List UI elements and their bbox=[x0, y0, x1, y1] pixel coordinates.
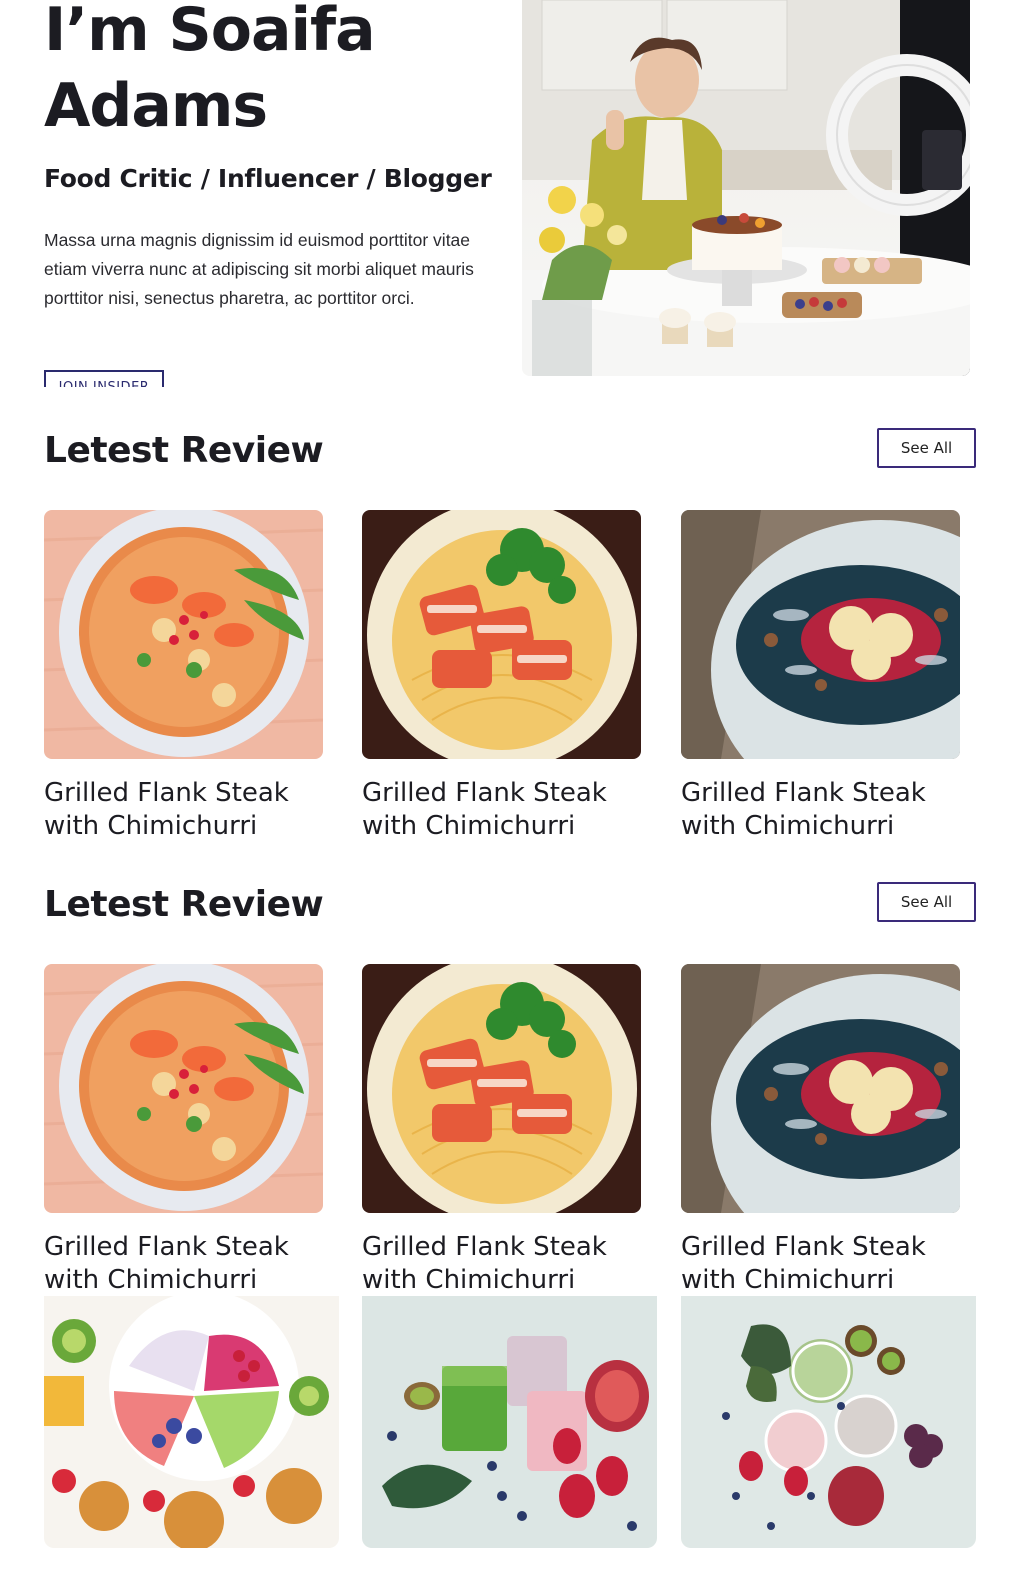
hero-photo bbox=[522, 0, 970, 376]
section-title: Letest Review bbox=[44, 430, 324, 471]
card-title[interactable]: Grilled Flank Steak with Chimichurri bbox=[44, 777, 344, 843]
card-title[interactable]: Grilled Flank Steak with Chimichurri bbox=[44, 1231, 344, 1297]
green-smoothies-photo[interactable] bbox=[362, 1296, 657, 1548]
pork-noodles-photo[interactable] bbox=[362, 510, 641, 759]
card-title[interactable]: Grilled Flank Steak with Chimichurri bbox=[681, 777, 981, 843]
ravioli-plate-photo[interactable] bbox=[681, 510, 960, 759]
hero-title: I’m Soaifa Adams bbox=[44, 0, 376, 141]
pork-noodles-photo[interactable] bbox=[362, 964, 641, 1213]
hero-subtitle: Food Critic / Influencer / Blogger bbox=[44, 164, 492, 193]
fruit-bowl-photo[interactable] bbox=[44, 1296, 339, 1548]
card-title[interactable]: Grilled Flank Steak with Chimichurri bbox=[681, 1231, 981, 1297]
section-title: Letest Review bbox=[44, 884, 324, 925]
hero-description: Massa urna magnis dignissim id euismod p… bbox=[44, 230, 474, 308]
smoothie-glasses-photo[interactable] bbox=[681, 1296, 976, 1548]
card-title[interactable]: Grilled Flank Steak with Chimichurri bbox=[362, 1231, 662, 1297]
card-title[interactable]: Grilled Flank Steak with Chimichurri bbox=[362, 777, 662, 843]
ravioli-plate-photo[interactable] bbox=[681, 964, 960, 1213]
noodle-soup-photo[interactable] bbox=[44, 964, 323, 1213]
join-button-wrapper: JOIN INSIDER bbox=[44, 370, 164, 387]
see-all-button[interactable]: See All bbox=[877, 428, 976, 468]
noodle-soup-photo[interactable] bbox=[44, 510, 323, 759]
see-all-button[interactable]: See All bbox=[877, 882, 976, 922]
join-insider-button[interactable]: JOIN INSIDER bbox=[44, 370, 164, 387]
